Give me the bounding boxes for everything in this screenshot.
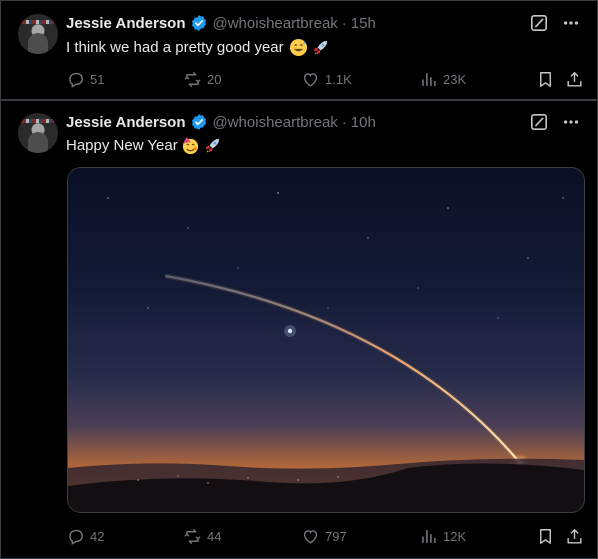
tweet-top-actions bbox=[529, 13, 581, 33]
like-icon bbox=[303, 529, 318, 544]
reply-count: 51 bbox=[90, 71, 105, 87]
reply-icon bbox=[69, 72, 83, 88]
rocket-emoji bbox=[203, 136, 222, 155]
views-count: 12K bbox=[443, 528, 467, 544]
bookmark-button[interactable] bbox=[536, 525, 555, 547]
avatar[interactable] bbox=[18, 113, 58, 153]
tweet-actions: 51 20 1.1K 23K bbox=[66, 68, 586, 90]
avatar[interactable] bbox=[18, 14, 58, 54]
reply-count: 42 bbox=[90, 528, 105, 544]
tweet-text-content: I think we had a pretty good year bbox=[66, 38, 284, 56]
views-count: 23K bbox=[443, 71, 467, 87]
share-icon bbox=[567, 528, 582, 544]
tweet-text-content: Happy New Year bbox=[66, 136, 178, 154]
more-icon[interactable] bbox=[561, 13, 581, 33]
verified-badge-icon bbox=[190, 113, 208, 131]
bookmark-button[interactable] bbox=[536, 68, 555, 90]
timestamp[interactable]: 10h bbox=[351, 114, 376, 131]
repost-icon bbox=[184, 71, 201, 87]
repost-button[interactable]: 44 bbox=[183, 525, 221, 547]
grok-icon[interactable] bbox=[529, 13, 549, 33]
share-button[interactable] bbox=[565, 68, 584, 90]
verified-badge-icon bbox=[190, 14, 208, 32]
tweet-text: I think we had a pretty good year bbox=[66, 36, 330, 58]
timestamp[interactable]: 15h bbox=[351, 15, 376, 32]
tweet[interactable]: Jessie Anderson @whoisheartbreak · 15h I… bbox=[1, 1, 597, 99]
like-icon bbox=[303, 72, 318, 87]
share-button[interactable] bbox=[565, 525, 584, 547]
bookmark-icon bbox=[540, 71, 551, 87]
repost-count: 44 bbox=[207, 528, 222, 544]
grinning-sweat-emoji bbox=[289, 38, 308, 57]
author-handle[interactable]: @whoisheartbreak bbox=[213, 114, 338, 131]
author-handle[interactable]: @whoisheartbreak bbox=[213, 15, 338, 32]
tweet-text: Happy New Year bbox=[66, 134, 222, 156]
grok-icon[interactable] bbox=[529, 112, 549, 132]
like-count: 797 bbox=[325, 528, 347, 544]
like-button[interactable]: 797 bbox=[301, 525, 347, 547]
repost-button[interactable]: 20 bbox=[183, 68, 221, 90]
header-separator: · bbox=[341, 14, 347, 32]
views-icon bbox=[422, 72, 436, 86]
views-button[interactable]: 12K bbox=[419, 525, 466, 547]
share-icon bbox=[567, 71, 582, 87]
header-separator: · bbox=[341, 113, 347, 131]
partying-face-emoji bbox=[181, 136, 200, 155]
tweet-actions: 42 44 797 12K bbox=[66, 525, 586, 547]
more-icon[interactable] bbox=[561, 112, 581, 132]
views-button[interactable]: 23K bbox=[419, 68, 466, 90]
author-name[interactable]: Jessie Anderson bbox=[66, 114, 186, 131]
bookmark-icon bbox=[540, 528, 551, 544]
rocket-launch-image bbox=[68, 168, 584, 512]
author-name[interactable]: Jessie Anderson bbox=[66, 15, 186, 32]
reply-button[interactable]: 51 bbox=[66, 68, 104, 90]
repost-count: 20 bbox=[207, 71, 222, 87]
rocket-emoji bbox=[311, 38, 330, 57]
tweet-header: Jessie Anderson @whoisheartbreak · 15h bbox=[66, 13, 376, 33]
reply-icon bbox=[69, 529, 83, 545]
tweet-media-image[interactable] bbox=[67, 167, 585, 513]
tweet[interactable]: Jessie Anderson @whoisheartbreak · 10h H… bbox=[1, 101, 597, 557]
like-count: 1.1K bbox=[325, 71, 352, 87]
tweet-header: Jessie Anderson @whoisheartbreak · 10h bbox=[66, 112, 376, 132]
repost-icon bbox=[184, 528, 201, 544]
views-icon bbox=[422, 529, 436, 543]
like-button[interactable]: 1.1K bbox=[301, 68, 352, 90]
reply-button[interactable]: 42 bbox=[66, 525, 104, 547]
tweet-top-actions bbox=[529, 112, 581, 132]
